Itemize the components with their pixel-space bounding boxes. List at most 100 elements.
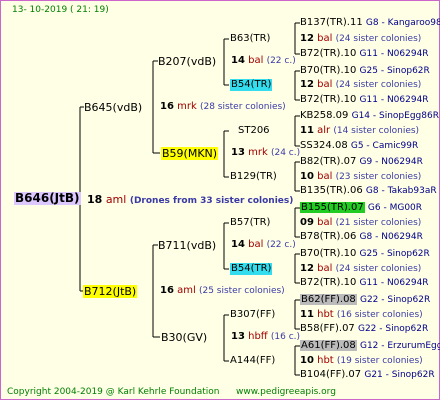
gen4-6-link: G9 - N06294R xyxy=(359,157,423,167)
gen3-0-race: bal xyxy=(317,33,333,44)
gen2-3-info: 13 hbff (16 c.) xyxy=(231,331,300,343)
gen1-0-race: mrk xyxy=(177,101,197,112)
gen4-7[interactable]: B135(TR).06 G8 - Takab93aR xyxy=(300,185,437,197)
gen4-10[interactable]: B70(TR).10 G25 - Sinop62R xyxy=(300,248,430,260)
gen4-6[interactable]: B82(TR).07 G9 - N06294R xyxy=(300,156,423,168)
gen4-12[interactable]: B62(FF).08 G22 - Sinop62R xyxy=(300,294,430,306)
gen3-7-note: (19 sister colonies) xyxy=(336,356,423,366)
gen3-5-info: 12 bal (24 sister colonies) xyxy=(300,263,421,275)
gen2-1-info: 13 mrk (24 c.) xyxy=(231,147,300,159)
gen1-0-label[interactable]: B645(vdB) xyxy=(84,101,142,114)
gen4-4[interactable]: KB258.09 G14 - SinopEgg86R xyxy=(300,110,439,122)
gen3-6-label[interactable]: B307(FF) xyxy=(230,309,275,321)
gen2-3-note: (16 c.) xyxy=(270,332,301,342)
gen3-4-note: (21 sister colonies) xyxy=(335,218,422,228)
gen4-15[interactable]: B104(FF).07 G21 - Sinop62R xyxy=(300,369,435,381)
gen2-2-race: bal xyxy=(248,239,264,250)
gen4-14[interactable]: A61(FF).08 G12 - ErzurumEgg86R xyxy=(300,340,440,352)
gen4-13[interactable]: B58(FF).07 G22 - Sinop62R xyxy=(300,323,428,335)
gen3-7-label[interactable]: A144(FF) xyxy=(230,355,275,367)
gen4-15-link: G21 - Sinop62R xyxy=(364,370,435,380)
gen3-4-year: 09 xyxy=(300,217,314,228)
site-link[interactable]: www.pedigreeapis.org xyxy=(236,386,336,398)
gen4-0-label: B137(TR).11 xyxy=(300,17,363,28)
root-year: 18 xyxy=(87,193,103,206)
gen2-2-year: 14 xyxy=(231,239,245,250)
gen1-0-info: 16 mrk (28 sister colonies) xyxy=(160,101,286,113)
gen4-9-label: B78(TR).06 xyxy=(300,231,357,242)
gen4-13-label: B58(FF).07 xyxy=(300,323,355,334)
gen3-1-label[interactable]: B54(TR) xyxy=(230,79,273,91)
gen1-1-label[interactable]: B712(JtB) xyxy=(83,285,138,298)
gen2-1-note: (24 c.) xyxy=(270,148,301,158)
timestamp: 13- 10-2019 ( 21: 19) xyxy=(12,5,109,15)
gen4-12-label: B62(FF).08 xyxy=(300,294,357,305)
gen4-8[interactable]: B155(TR).07 G6 - MG00R xyxy=(300,202,422,214)
gen3-3-year: 10 xyxy=(300,171,314,182)
gen3-7-race: hbt xyxy=(317,355,334,366)
gen4-3-link: G11 - N06294R xyxy=(359,95,429,105)
gen2-0-race: bal xyxy=(248,55,264,66)
gen4-12-link: G22 - Sinop62R xyxy=(359,295,431,305)
gen2-0-info: 14 bal (22 c.) xyxy=(231,55,296,67)
gen4-5-label: SS324.08 xyxy=(300,140,348,151)
gen4-2-link: G25 - Sinop62R xyxy=(359,66,430,76)
gen3-5-note: (24 sister colonies) xyxy=(335,264,422,274)
gen4-8-label: B155(TR).07 xyxy=(300,202,365,213)
pedigree-frame: 13- 10-2019 ( 21: 19) Copyright 2004-201… xyxy=(0,0,440,400)
gen2-2-info: 14 bal (22 c.) xyxy=(231,239,296,251)
gen1-1-note: (25 sister colonies) xyxy=(198,286,285,296)
gen3-2-label[interactable]: ST206 xyxy=(238,125,270,137)
gen3-4-label[interactable]: B57(TR) xyxy=(230,217,270,229)
gen1-1-race: aml xyxy=(177,285,196,296)
gen4-5-link: G5 - Camic99R xyxy=(350,141,419,151)
gen4-3[interactable]: B72(TR).10 G11 - N06294R xyxy=(300,94,429,106)
gen4-0[interactable]: B137(TR).11 G8 - Kangaroo98R xyxy=(300,17,440,29)
gen4-10-label: B70(TR).10 xyxy=(300,248,357,259)
gen3-2-year: 11 xyxy=(300,125,314,136)
gen3-6-note: (16 sister colonies) xyxy=(336,310,423,320)
gen3-1-info: 12 bal (24 sister colonies) xyxy=(300,79,421,91)
gen4-4-label: KB258.09 xyxy=(300,110,349,121)
gen3-3-info: 10 bal (23 sister colonies) xyxy=(300,171,421,183)
gen2-2-label[interactable]: B711(vdB) xyxy=(158,239,216,252)
gen3-1-race: bal xyxy=(317,79,333,90)
gen4-14-link: G12 - ErzurumEgg86R xyxy=(359,341,440,351)
gen3-4-info: 09 bal (21 sister colonies) xyxy=(300,217,421,229)
gen3-0-year: 12 xyxy=(300,33,314,44)
gen4-2-label: B70(TR).10 xyxy=(300,65,357,76)
gen2-3-race: hbff xyxy=(248,331,268,342)
gen2-0-note: (22 c.) xyxy=(266,56,296,66)
gen3-1-year: 12 xyxy=(300,79,314,90)
gen4-10-link: G25 - Sinop62R xyxy=(359,249,430,259)
gen3-0-info: 12 bal (24 sister colonies) xyxy=(300,33,421,45)
gen4-1-link: G11 - N06294R xyxy=(359,49,429,59)
gen4-4-link: G14 - SinopEgg86R xyxy=(351,111,439,121)
root-queen[interactable]: B646(JtB) xyxy=(14,192,81,205)
gen4-5[interactable]: SS324.08 G5 - Camic99R xyxy=(300,140,418,152)
gen3-0-label[interactable]: B63(TR) xyxy=(230,33,270,45)
gen2-0-label[interactable]: B207(vdB) xyxy=(158,55,216,68)
gen2-3-label[interactable]: B30(GV) xyxy=(161,331,207,344)
gen3-3-label[interactable]: B129(TR) xyxy=(230,171,277,183)
gen2-1-year: 13 xyxy=(231,147,245,158)
gen3-4-race: bal xyxy=(317,217,333,228)
gen2-0-year: 14 xyxy=(231,55,245,66)
gen4-0-link: G8 - Kangaroo98R xyxy=(365,18,440,28)
gen4-9[interactable]: B78(TR).06 G8 - N06294R xyxy=(300,231,423,243)
gen1-0-note: (28 sister colonies) xyxy=(199,102,286,112)
gen4-1[interactable]: B72(TR).10 G11 - N06294R xyxy=(300,48,429,60)
gen4-2[interactable]: B70(TR).10 G25 - Sinop62R xyxy=(300,65,430,77)
gen4-6-label: B82(TR).07 xyxy=(300,156,357,167)
gen3-0-note: (24 sister colonies) xyxy=(335,34,422,44)
root-info: 18 aml (Drones from 33 sister colonies) xyxy=(87,193,293,208)
gen4-9-link: G8 - N06294R xyxy=(359,232,423,242)
gen3-5-race: bal xyxy=(317,263,333,274)
gen3-3-note: (23 sister colonies) xyxy=(335,172,422,182)
gen3-7-info: 10 hbt (19 sister colonies) xyxy=(300,355,423,367)
gen3-2-note: (14 sister colonies) xyxy=(333,126,420,136)
gen3-5-label[interactable]: B54(TR) xyxy=(230,263,273,275)
gen4-11[interactable]: B72(TR).10 G11 - N06294R xyxy=(300,277,429,289)
gen4-1-label: B72(TR).10 xyxy=(300,48,357,59)
gen2-1-label[interactable]: B59(MKN) xyxy=(161,147,219,160)
